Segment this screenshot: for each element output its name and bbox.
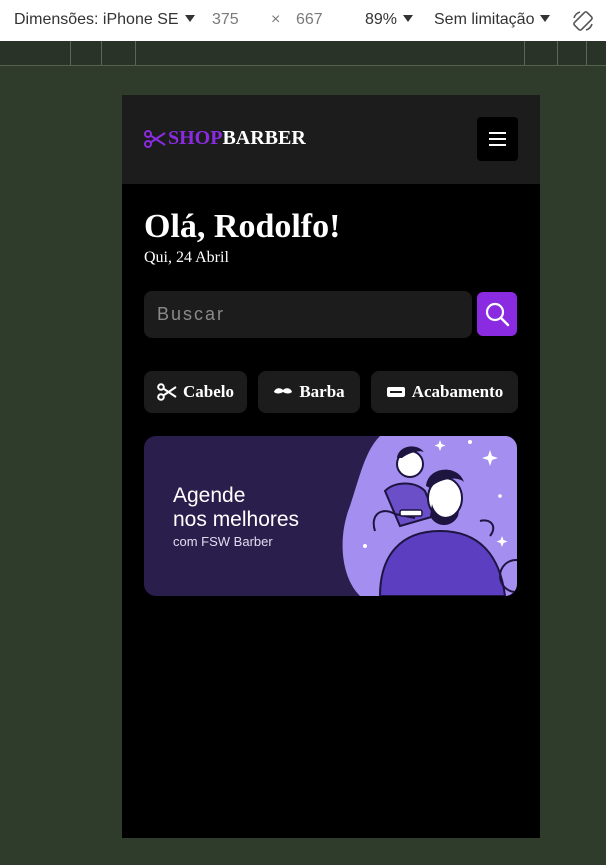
dimension-separator: ×	[271, 11, 281, 28]
chevron-down-icon	[540, 15, 551, 22]
search-input[interactable]	[144, 291, 472, 338]
current-date: Qui, 24 Abril	[144, 249, 229, 266]
throttle-dropdown[interactable]: Sem limitação	[434, 11, 551, 29]
promo-banner[interactable]: Agende nos melhores com FSW Barber	[144, 436, 517, 596]
search-icon	[485, 302, 510, 327]
width-field[interactable]: 375	[212, 11, 239, 29]
category-label: Cabelo	[183, 382, 234, 401]
search-button[interactable]	[477, 292, 517, 336]
chevron-down-icon	[184, 15, 195, 22]
category-cabelo[interactable]: Cabelo	[144, 371, 247, 413]
category-barba[interactable]: Barba	[258, 371, 360, 413]
devtools-toolbar: Dimensões: iPhone SE 375 × 667 89% Sem l…	[0, 0, 606, 41]
zoom-dropdown[interactable]: 89%	[365, 11, 414, 29]
throttle-label: Sem limitação	[434, 11, 535, 28]
scissors-logo-icon	[144, 129, 166, 148]
logo[interactable]: SHOP BARBER	[144, 127, 306, 150]
zoom-label: 89%	[365, 11, 398, 28]
barber-illustration	[342, 436, 517, 596]
device-dimensions-label: Dimensões: iPhone SE	[14, 11, 179, 28]
scissors-icon	[157, 383, 177, 401]
banner-title-line1: Agende	[173, 484, 246, 507]
category-label: Acabamento	[411, 382, 504, 401]
category-label: Barba	[299, 382, 345, 401]
height-field[interactable]: 667	[296, 11, 323, 29]
device-viewport: SHOPBARBER Olá, Rodolfo! Qui, 24 Abril C…	[122, 95, 540, 838]
responsive-ruler	[0, 41, 606, 66]
chevron-down-icon	[403, 15, 414, 22]
hamburger-icon	[489, 132, 506, 134]
banner-title-line2: nos melhores	[173, 508, 300, 531]
app-header: SHOP BARBER	[122, 95, 540, 184]
mustache-icon	[274, 388, 293, 394]
banner-subtitle: com FSW Barber	[173, 534, 273, 549]
device-dimensions-dropdown[interactable]: Dimensões: iPhone SE	[14, 11, 195, 29]
logo-shop: SHOP	[168, 127, 223, 149]
category-acabamento[interactable]: Acabamento	[371, 371, 518, 413]
menu-button[interactable]	[477, 117, 518, 161]
greeting-title: Olá, Rodolfo!	[144, 208, 341, 245]
logo-barber: BARBER	[222, 127, 306, 149]
razor-icon	[386, 387, 405, 397]
rotate-icon[interactable]	[571, 9, 595, 33]
